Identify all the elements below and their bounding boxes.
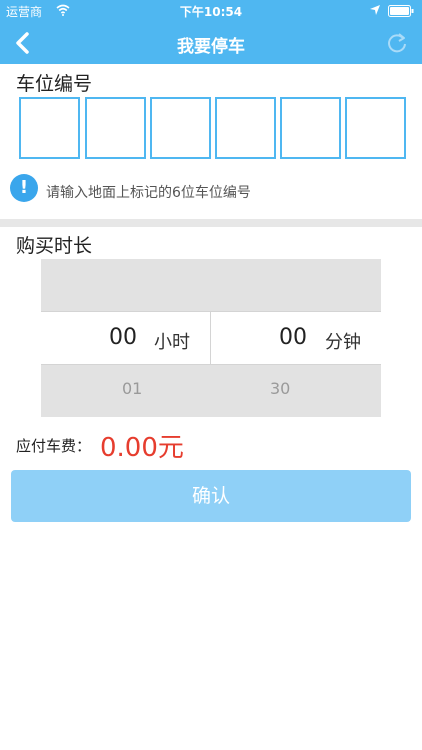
hours-next-option[interactable]: 01 (122, 379, 142, 398)
status-clock: 下午10:54 (179, 5, 243, 19)
space-code-input-row (19, 97, 409, 159)
app-header: 运营商 下午10:54 我要停车 (0, 0, 422, 64)
space-code-box-3[interactable] (150, 97, 211, 159)
navigation-bar: 我要停车 (0, 22, 422, 64)
hours-selected-value[interactable]: 00 (109, 325, 137, 350)
status-bar: 运营商 下午10:54 (0, 0, 422, 22)
refresh-button[interactable] (380, 26, 414, 60)
space-code-box-2[interactable] (85, 97, 146, 159)
fee-label: 应付车费： (16, 437, 92, 455)
location-arrow-icon (370, 5, 380, 15)
confirm-button[interactable]: 确认 (11, 470, 411, 522)
space-code-title: 车位编号 (16, 73, 93, 95)
space-code-hint-text: 请输入地面上标记的6位车位编号 (46, 185, 251, 201)
info-icon: ! (10, 174, 38, 202)
battery-icon (388, 5, 414, 17)
space-code-box-6[interactable] (345, 97, 406, 159)
minutes-selected-value[interactable]: 00 (279, 325, 307, 350)
duration-picker[interactable]: 00 小时 00 分钟 01 30 (41, 259, 381, 417)
space-code-box-4[interactable] (215, 97, 276, 159)
fee-amount: 0.00元 (100, 433, 184, 463)
picker-column-divider (210, 311, 211, 365)
space-code-box-1[interactable] (19, 97, 80, 159)
hours-unit-label: 小时 (154, 332, 190, 353)
duration-title: 购买时长 (16, 235, 93, 257)
space-code-hint: ! 请输入地面上标记的6位车位编号 (10, 174, 410, 204)
section-divider (0, 219, 422, 227)
minutes-unit-label: 分钟 (325, 332, 361, 353)
space-code-box-5[interactable] (280, 97, 341, 159)
minutes-next-option[interactable]: 30 (270, 379, 290, 398)
page-title: 我要停车 (177, 37, 245, 57)
refresh-icon (388, 33, 406, 53)
